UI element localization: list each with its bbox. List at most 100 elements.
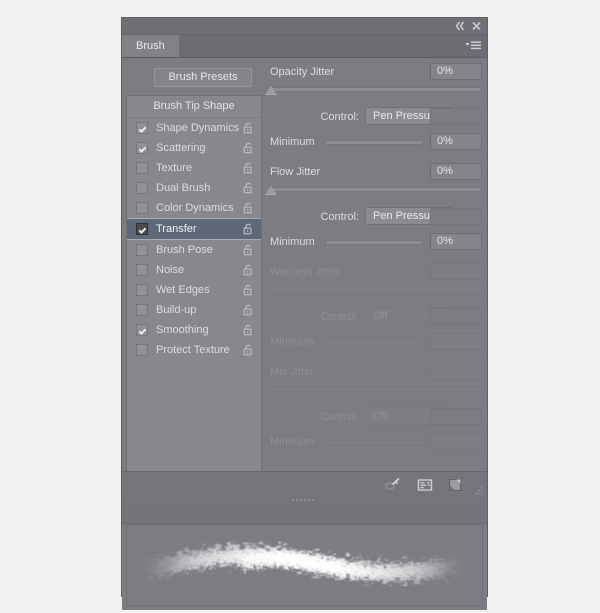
brush-option-color-dynamics[interactable]: Color Dynamics [127, 198, 261, 218]
brush-option-label: Brush Pose [156, 244, 213, 256]
brush-option-transfer[interactable]: Transfer [127, 218, 261, 240]
unlock-icon[interactable] [243, 304, 254, 316]
mix-jitter-control-label: Control: [297, 411, 359, 423]
new-brush-preset-icon[interactable] [416, 477, 434, 493]
unlock-icon[interactable] [243, 244, 254, 256]
checkbox-shape-dynamics[interactable] [136, 122, 148, 134]
unlock-icon[interactable] [243, 122, 254, 134]
unlock-icon[interactable] [243, 142, 254, 154]
mix-jitter-minimum-slider[interactable] [325, 440, 423, 445]
opacity-jitter-value-field[interactable]: 0% [430, 63, 482, 80]
wetness-jitter-control-value: Off [373, 310, 387, 322]
brush-option-list: Brush Tip Shape Shape Dynamics Scattering… [126, 95, 262, 499]
wetness-jitter-minimum-slider[interactable] [325, 340, 423, 345]
brush-option-shape-dynamics[interactable]: Shape Dynamics [127, 118, 261, 138]
opacity-jitter-slider-thumb[interactable] [265, 86, 277, 95]
unlock-icon[interactable] [243, 223, 254, 235]
checkbox-brush-pose[interactable] [136, 244, 148, 256]
flow-jitter-slider[interactable] [270, 187, 482, 192]
brush-option-build-up[interactable]: Build-up [127, 300, 261, 320]
checkbox-protect-texture[interactable] [136, 344, 148, 356]
brush-option-noise[interactable]: Noise [127, 260, 261, 280]
mix-jitter-value-field[interactable] [430, 363, 482, 380]
brush-option-label: Build-up [156, 304, 196, 316]
brush-option-protect-texture[interactable]: Protect Texture [127, 340, 261, 360]
flow-jitter-minimum-label: Minimum [270, 236, 315, 248]
opacity-jitter-slider[interactable] [270, 87, 482, 92]
panel-body: Brush Presets Brush Tip Shape Shape Dyna… [122, 58, 487, 499]
wetness-jitter-control-extra-field[interactable] [430, 308, 482, 325]
checkbox-wet-edges[interactable] [136, 284, 148, 296]
flow-jitter-value-field[interactable]: 0% [430, 163, 482, 180]
mix-jitter-slider[interactable] [270, 387, 482, 392]
opacity-jitter-minimum-value-field[interactable]: 0% [430, 133, 482, 150]
panel-grab-handle[interactable] [292, 493, 318, 497]
mix-jitter-minimum-value-field[interactable] [430, 433, 482, 450]
flow-jitter-slider-thumb[interactable] [265, 186, 277, 195]
checkbox-noise[interactable] [136, 264, 148, 276]
opacity-jitter-minimum-label: Minimum [270, 136, 315, 148]
close-icon[interactable] [470, 20, 483, 32]
brush-option-label: Wet Edges [156, 284, 210, 296]
wetness-jitter-minimum-value-field[interactable] [430, 333, 482, 350]
panel-tabstrip: Brush [122, 35, 487, 58]
unlock-icon[interactable] [243, 264, 254, 276]
wetness-jitter-value-field[interactable] [430, 263, 482, 280]
panel-footer [122, 471, 487, 499]
flow-jitter-minimum-value-field[interactable]: 0% [430, 233, 482, 250]
brush-option-scattering[interactable]: Scattering [127, 138, 261, 158]
brush-option-label: Smoothing [156, 324, 209, 336]
checkbox-texture[interactable] [136, 162, 148, 174]
flow-jitter-control-label: Control: [297, 211, 359, 223]
collapse-double-chevron-icon[interactable] [454, 20, 467, 32]
mix-jitter-control-value: Off [373, 410, 387, 422]
checkbox-color-dynamics[interactable] [136, 202, 148, 214]
opacity-jitter-label: Opacity Jitter [270, 66, 334, 78]
checkbox-build-up[interactable] [136, 304, 148, 316]
brush-panel: Brush Brush Presets Brush Tip Shape Shap… [121, 17, 488, 597]
brush-option-label: Scattering [156, 142, 206, 154]
flow-jitter-control-extra-field[interactable] [430, 208, 482, 225]
panel-menu-icon[interactable] [464, 39, 482, 53]
checkbox-transfer[interactable] [136, 223, 148, 235]
panel-titlebar [122, 18, 487, 35]
brush-preview-section [122, 523, 487, 610]
opacity-jitter-control-label: Control: [297, 111, 359, 123]
wetness-jitter-slider[interactable] [270, 287, 482, 292]
checkbox-scattering[interactable] [136, 142, 148, 154]
brush-option-brush-pose[interactable]: Brush Pose [127, 240, 261, 260]
brush-option-label: Dual Brush [156, 182, 210, 194]
brush-stroke-preview [126, 524, 483, 606]
mix-jitter-control-extra-field[interactable] [430, 408, 482, 425]
brush-presets-button[interactable]: Brush Presets [154, 68, 252, 87]
brush-option-wet-edges[interactable]: Wet Edges [127, 280, 261, 300]
brush-option-label: Texture [156, 162, 192, 174]
opacity-jitter-minimum-slider[interactable] [325, 140, 423, 145]
checkbox-smoothing[interactable] [136, 324, 148, 336]
resize-grip-icon[interactable] [474, 486, 484, 496]
mix-jitter-minimum-label: Minimum [270, 436, 315, 448]
brush-tip-shape-item[interactable]: Brush Tip Shape [127, 96, 261, 118]
brush-option-texture[interactable]: Texture [127, 158, 261, 178]
unlock-icon[interactable] [243, 182, 254, 194]
brush-option-smoothing[interactable]: Smoothing [127, 320, 261, 340]
brush-option-dual-brush[interactable]: Dual Brush [127, 178, 261, 198]
flow-jitter-minimum-slider[interactable] [325, 240, 423, 245]
unlock-icon[interactable] [243, 324, 254, 336]
create-new-brush-icon[interactable] [446, 477, 464, 493]
wetness-jitter-minimum-label: Minimum [270, 336, 315, 348]
unlock-icon[interactable] [243, 284, 254, 296]
opacity-jitter-control-extra-field[interactable] [430, 108, 482, 125]
flow-jitter-label: Flow Jitter [270, 166, 320, 178]
mix-jitter-label: Mix Jitter [270, 366, 314, 378]
toggle-airbrush-icon[interactable] [384, 477, 402, 493]
tab-brush[interactable]: Brush [122, 35, 179, 57]
unlock-icon[interactable] [243, 202, 254, 214]
checkbox-dual-brush[interactable] [136, 182, 148, 194]
brush-stroke-graphic [127, 525, 482, 605]
unlock-icon[interactable] [243, 344, 254, 356]
unlock-icon[interactable] [243, 162, 254, 174]
brush-option-label: Noise [156, 264, 184, 276]
brush-option-label: Shape Dynamics [156, 122, 239, 134]
brush-options-column: Brush Presets Brush Tip Shape Shape Dyna… [126, 58, 262, 499]
